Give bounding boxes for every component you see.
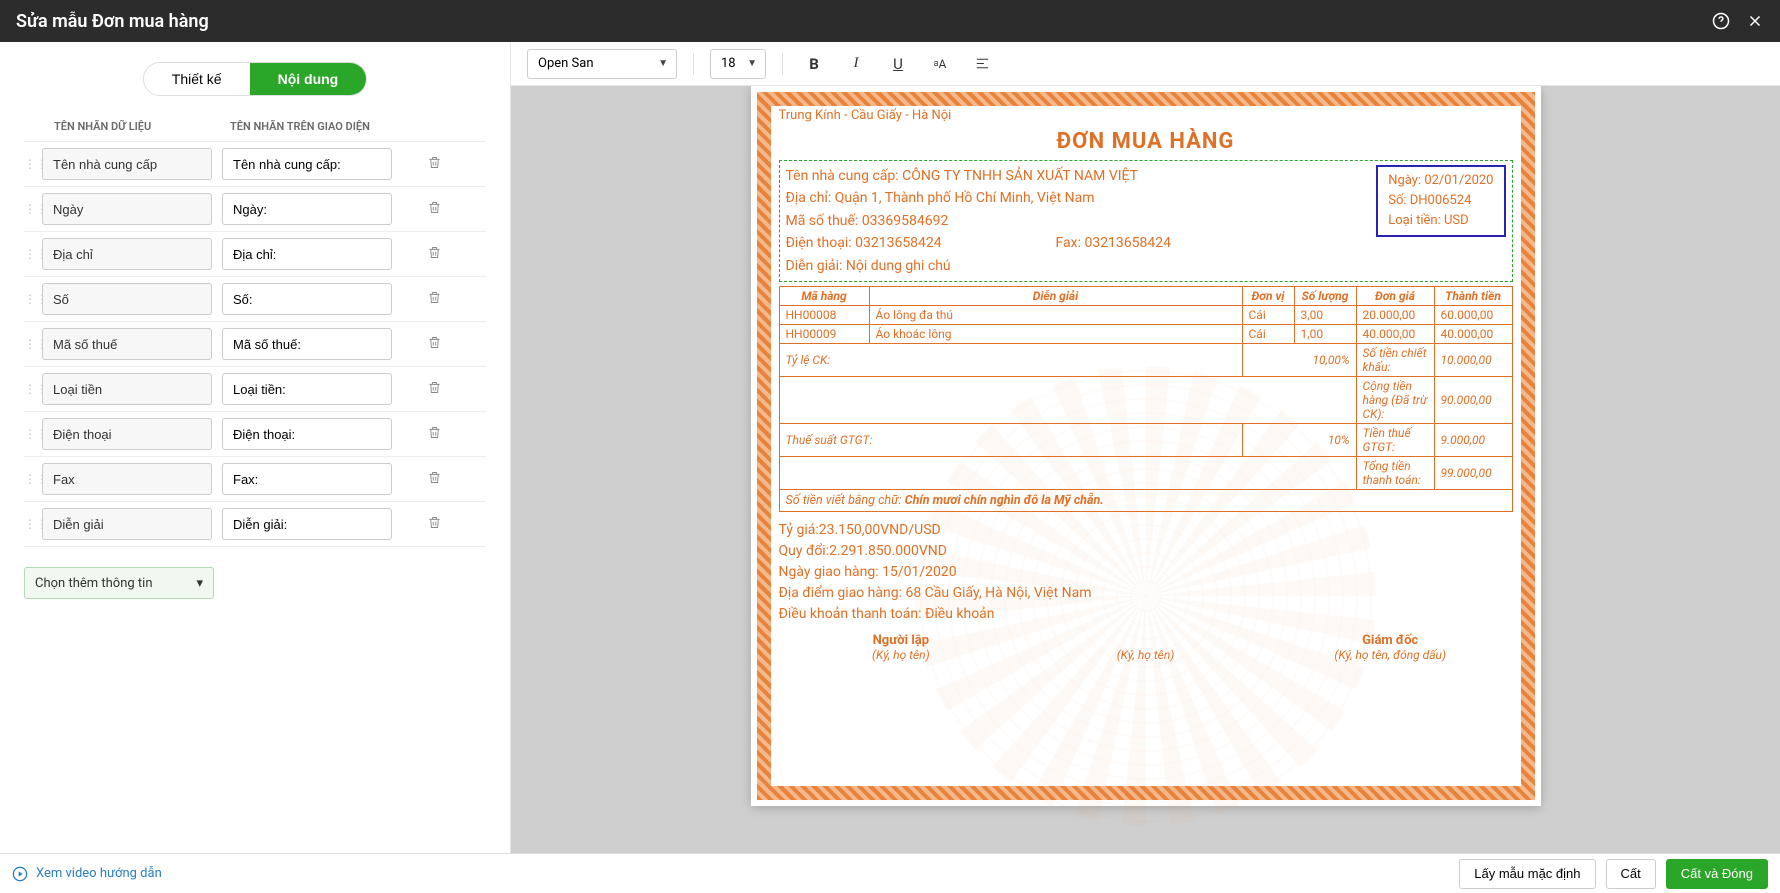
- help-icon[interactable]: [1712, 12, 1730, 30]
- chevron-down-icon: ▼: [658, 58, 668, 69]
- default-template-button[interactable]: Lấy mẫu mặc định: [1459, 859, 1595, 889]
- field-row: ⋮⋮: [24, 456, 486, 501]
- field-data-label-input[interactable]: [42, 193, 212, 225]
- document-canvas[interactable]: Trung Kính - Cầu Giấy - Hà Nội ĐƠN MUA H…: [511, 86, 1780, 853]
- dialog-header: Sửa mẫu Đơn mua hàng: [0, 0, 1780, 42]
- font-size-select[interactable]: 18 ▼: [710, 49, 766, 79]
- trash-icon[interactable]: [424, 515, 444, 534]
- drag-handle-icon[interactable]: ⋮⋮: [24, 427, 42, 441]
- editor-toolbar: Open San ▼ 18 ▼ B I U aA: [511, 42, 1780, 86]
- col-header-data: TÊN NHÃN DỮ LIỆU: [54, 120, 230, 133]
- underline-button[interactable]: U: [883, 49, 913, 79]
- field-data-label-input[interactable]: [42, 508, 212, 540]
- drag-handle-icon[interactable]: ⋮⋮: [24, 292, 42, 306]
- field-data-label-input[interactable]: [42, 373, 212, 405]
- info-block: Ngày: 02/01/2020 Số: DH006524 Loại tiền:…: [779, 160, 1513, 282]
- field-row: ⋮⋮: [24, 141, 486, 186]
- trash-icon[interactable]: [424, 200, 444, 219]
- col-qty: Số lượng: [1294, 286, 1356, 305]
- field-data-label-input[interactable]: [42, 238, 212, 270]
- trash-icon[interactable]: [424, 470, 444, 489]
- field-ui-label-input[interactable]: [222, 418, 392, 450]
- footer: Xem video hướng dẫn Lấy mẫu mặc định Cất…: [0, 853, 1780, 893]
- col-amount: Thành tiền: [1434, 286, 1512, 305]
- trash-icon[interactable]: [424, 425, 444, 444]
- video-tutorial-label: Xem video hướng dẫn: [36, 866, 162, 881]
- field-row: ⋮⋮: [24, 231, 486, 276]
- font-family-select[interactable]: Open San ▼: [527, 49, 677, 79]
- document-title: ĐƠN MUA HÀNG: [779, 129, 1513, 154]
- delivery-date: Ngày giao hàng: 15/01/2020: [779, 562, 1513, 583]
- save-close-button[interactable]: Cất và Đóng: [1666, 859, 1768, 889]
- trash-icon[interactable]: [424, 155, 444, 174]
- field-data-label-input[interactable]: [42, 283, 212, 315]
- exchange-rate: Tỷ giá:23.150,00VND/USD: [779, 520, 1513, 541]
- col-desc: Diễn giải: [869, 286, 1242, 305]
- dialog-title: Sửa mẫu Đơn mua hàng: [16, 11, 209, 32]
- trash-icon[interactable]: [424, 380, 444, 399]
- field-ui-label-input[interactable]: [222, 508, 392, 540]
- field-ui-label-input[interactable]: [222, 328, 392, 360]
- field-ui-label-input[interactable]: [222, 373, 392, 405]
- field-row: ⋮⋮: [24, 501, 486, 547]
- font-family-value: Open San: [538, 56, 594, 71]
- signatures: Người lập (Ký, họ tên) (Ký, họ tên) Giám…: [779, 633, 1513, 662]
- info-box: Ngày: 02/01/2020 Số: DH006524 Loại tiền:…: [1376, 165, 1505, 237]
- left-panel: Thiết kế Nội dung TÊN NHÃN DỮ LIỆU TÊN N…: [0, 42, 510, 853]
- align-button[interactable]: [967, 49, 997, 79]
- drag-handle-icon[interactable]: ⋮⋮: [24, 247, 42, 261]
- field-row: ⋮⋮: [24, 186, 486, 231]
- drag-handle-icon[interactable]: ⋮⋮: [24, 157, 42, 171]
- add-more-label: Chọn thêm thông tin: [35, 576, 153, 591]
- items-table: Mã hàng Diễn giải Đơn vị Số lượng Đơn gi…: [779, 286, 1513, 490]
- field-ui-label-input[interactable]: [222, 148, 392, 180]
- col-header-ui: TÊN NHÃN TRÊN GIAO DIỆN: [230, 120, 370, 133]
- trash-icon[interactable]: [424, 245, 444, 264]
- bold-button[interactable]: B: [799, 49, 829, 79]
- tab-switch: Thiết kế Nội dung: [143, 62, 367, 96]
- col-unit: Đơn vị: [1242, 286, 1294, 305]
- field-row: ⋮⋮: [24, 366, 486, 411]
- table-row: HH00009Áo khoác lôngCái1,0040.000,0040.0…: [779, 324, 1512, 343]
- tab-design[interactable]: Thiết kế: [144, 63, 250, 95]
- field-data-label-input[interactable]: [42, 148, 212, 180]
- tab-content[interactable]: Nội dung: [250, 63, 367, 95]
- field-ui-label-input[interactable]: [222, 463, 392, 495]
- video-tutorial-link[interactable]: Xem video hướng dẫn: [12, 866, 162, 882]
- amount-in-words: Số tiền viết bằng chữ: Chín mươi chín ng…: [779, 490, 1513, 512]
- close-icon[interactable]: [1746, 12, 1764, 30]
- field-data-label-input[interactable]: [42, 418, 212, 450]
- payment-terms: Điều khoản thanh toán: Điều khoản: [779, 604, 1513, 625]
- drag-handle-icon[interactable]: ⋮⋮: [24, 337, 42, 351]
- field-row: ⋮⋮: [24, 321, 486, 366]
- field-row: ⋮⋮: [24, 411, 486, 456]
- font-size-value: 18: [721, 56, 736, 71]
- field-data-label-input[interactable]: [42, 328, 212, 360]
- add-more-select[interactable]: Chọn thêm thông tin ▾: [24, 567, 214, 599]
- drag-handle-icon[interactable]: ⋮⋮: [24, 517, 42, 531]
- drag-handle-icon[interactable]: ⋮⋮: [24, 472, 42, 486]
- field-data-label-input[interactable]: [42, 463, 212, 495]
- chevron-down-icon: ▾: [196, 576, 203, 591]
- trash-icon[interactable]: [424, 335, 444, 354]
- italic-button[interactable]: I: [841, 49, 871, 79]
- drag-handle-icon[interactable]: ⋮⋮: [24, 202, 42, 216]
- field-ui-label-input[interactable]: [222, 238, 392, 270]
- company-address: Trung Kính - Cầu Giấy - Hà Nội: [779, 108, 1513, 123]
- delivery-place: Địa điểm giao hàng: 68 Cầu Giấy, Hà Nội,…: [779, 583, 1513, 604]
- field-ui-label-input[interactable]: [222, 283, 392, 315]
- font-case-button[interactable]: aA: [925, 49, 955, 79]
- trash-icon[interactable]: [424, 290, 444, 309]
- drag-handle-icon[interactable]: ⋮⋮: [24, 382, 42, 396]
- table-row: HH00008Áo lông đa thúCái3,0020.000,0060.…: [779, 305, 1512, 324]
- chevron-down-icon: ▼: [747, 58, 757, 69]
- field-ui-label-input[interactable]: [222, 193, 392, 225]
- col-sku: Mã hàng: [779, 286, 869, 305]
- col-price: Đơn giá: [1356, 286, 1434, 305]
- converted-amount: Quy đổi:2.291.850.000VND: [779, 541, 1513, 562]
- save-button[interactable]: Cất: [1606, 859, 1656, 889]
- document-page: Trung Kính - Cầu Giấy - Hà Nội ĐƠN MUA H…: [751, 86, 1541, 806]
- field-row: ⋮⋮: [24, 276, 486, 321]
